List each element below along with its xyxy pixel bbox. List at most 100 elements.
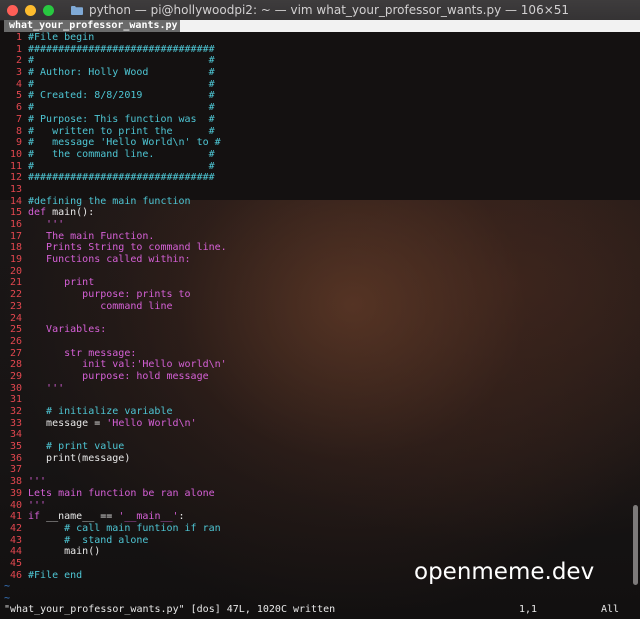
code-line[interactable]: 6 # #	[0, 102, 640, 114]
code-line[interactable]: 29 purpose: hold message	[0, 371, 640, 383]
code-line[interactable]: 7 # Purpose: This function was #	[0, 114, 640, 126]
code-line[interactable]: 2 # #	[0, 55, 640, 67]
code-line[interactable]: 17 The main Function.	[0, 231, 640, 243]
line-number: 1	[15, 32, 22, 43]
code-line[interactable]: 44 main()	[0, 546, 640, 558]
code-token: # message 'Hello World\n' to #	[28, 137, 221, 149]
code-line[interactable]: 22 purpose: prints to	[0, 289, 640, 301]
vim-tabline: what_your_professor_wants.py	[0, 20, 640, 32]
code-line[interactable]: 34	[0, 429, 640, 441]
code-line[interactable]: 10 # the command line. #	[0, 149, 640, 161]
code-line[interactable]: 1 #File begin	[0, 32, 640, 44]
code-line[interactable]: 42 # call main funtion if ran	[0, 523, 640, 535]
code-line[interactable]: 15 def main():	[0, 207, 640, 219]
line-number: 43	[9, 534, 22, 546]
line-number: 46	[9, 569, 22, 581]
code-text: main()	[28, 546, 100, 558]
code-token: #File begin	[28, 32, 95, 43]
scroll-indicator: All	[601, 604, 620, 615]
code-line[interactable]: 3 # Author: Holly Wood #	[0, 67, 640, 79]
tilde-marker: ~	[4, 581, 11, 592]
code-text: # #	[28, 161, 215, 173]
folder-icon	[70, 5, 83, 15]
window-titlebar[interactable]: python — pi@hollywoodpi2: ~ — vim what_y…	[0, 0, 640, 21]
code-text: Functions called within:	[28, 254, 191, 266]
code-line[interactable]: 25 Variables:	[0, 324, 640, 336]
code-text: '''	[28, 500, 46, 512]
code-text: ###############################	[28, 172, 215, 184]
code-line[interactable]: 26	[0, 336, 640, 348]
code-token: # #	[28, 102, 215, 114]
code-line[interactable]: 21 print	[0, 277, 640, 289]
code-line[interactable]: 35 # print value	[0, 441, 640, 453]
code-token: Functions called within:	[28, 254, 191, 266]
code-token: ###############################	[28, 172, 215, 184]
code-line[interactable]: 8 # written to print the #	[0, 126, 640, 138]
code-line[interactable]: 41 if __name__ == '__main__':	[0, 511, 640, 523]
code-line[interactable]: 4 # #	[0, 79, 640, 91]
code-text: # initialize variable	[28, 406, 172, 418]
code-line[interactable]: 18 Prints String to command line.	[0, 242, 640, 254]
code-line[interactable]: 24	[0, 313, 640, 325]
code-line[interactable]: 23 command line	[0, 301, 640, 313]
code-line[interactable]: 43 # stand alone	[0, 535, 640, 547]
code-text: def main():	[28, 207, 94, 219]
tab-current-file[interactable]: what_your_professor_wants.py	[4, 20, 180, 32]
code-text: purpose: hold message	[28, 371, 208, 383]
code-token: # written to print the #	[28, 125, 215, 137]
code-token: # print value	[28, 441, 125, 453]
line-number: 5	[15, 90, 22, 102]
code-line[interactable]: 16 '''	[0, 219, 640, 231]
code-line[interactable]: 31	[0, 394, 640, 406]
code-line[interactable]: 20	[0, 266, 640, 278]
code-line[interactable]: 30 '''	[0, 383, 640, 395]
code-line[interactable]: 11 # #	[0, 161, 640, 173]
code-line[interactable]: 36 print(message)	[0, 453, 640, 465]
code-line[interactable]: 27 str message:	[0, 348, 640, 360]
line-number: 18	[9, 242, 22, 254]
code-token: if	[28, 511, 41, 523]
code-line[interactable]: 19 Functions called within:	[0, 254, 640, 266]
line-number: 20	[9, 265, 22, 277]
scrollbar[interactable]	[633, 505, 638, 585]
line-number: 38	[9, 476, 22, 488]
line-number: 29	[9, 370, 22, 382]
code-line[interactable]: 33 message = 'Hello World\n'	[0, 418, 640, 430]
line-number: 14	[9, 195, 22, 207]
code-line[interactable]: 1 ###############################	[0, 44, 640, 56]
line-number: 13	[9, 183, 22, 195]
code-token: main()	[28, 546, 101, 558]
code-line[interactable]: 32 # initialize variable	[0, 406, 640, 418]
code-line[interactable]: 40 '''	[0, 500, 640, 512]
code-token: :	[178, 511, 185, 523]
code-line[interactable]: 5 # Created: 8/8/2019 #	[0, 90, 640, 102]
code-token: '''	[28, 382, 65, 394]
line-number: 1	[15, 43, 22, 55]
code-token: '''	[28, 499, 47, 511]
code-token: The main Function.	[28, 230, 155, 242]
code-line[interactable]: 13	[0, 184, 640, 196]
code-line[interactable]: 12 ###############################	[0, 172, 640, 184]
code-line[interactable]: 14 #defining the main function	[0, 196, 640, 208]
code-token: command line	[28, 300, 173, 312]
editor-buffer[interactable]: 1 #File begin 1 ###########################…	[0, 32, 640, 581]
line-number: 39	[9, 487, 22, 499]
code-line[interactable]: 28 init val:'Hello world\n'	[0, 359, 640, 371]
line-number: 40	[9, 499, 22, 511]
code-text: # the command line. #	[28, 149, 215, 161]
line-number: 31	[9, 394, 22, 406]
code-text: command line	[28, 300, 173, 313]
tabline-fill	[180, 20, 640, 32]
code-line[interactable]: 37	[0, 464, 640, 476]
code-text: Prints String to command line.	[28, 242, 227, 254]
code-line[interactable]: 38 '''	[0, 476, 640, 488]
code-line[interactable]: 9 # message 'Hello World\n' to #	[0, 137, 640, 149]
line-number: 9	[15, 137, 22, 149]
code-text: '''	[28, 383, 64, 395]
cursor-position: 1,1	[519, 604, 538, 615]
code-text: # #	[28, 102, 215, 114]
code-line[interactable]: 39 Lets main function be ran alone	[0, 488, 640, 500]
line-number: 2	[15, 55, 22, 67]
code-token: Prints String to command line.	[28, 242, 227, 254]
code-text: # Created: 8/8/2019 #	[28, 90, 215, 102]
